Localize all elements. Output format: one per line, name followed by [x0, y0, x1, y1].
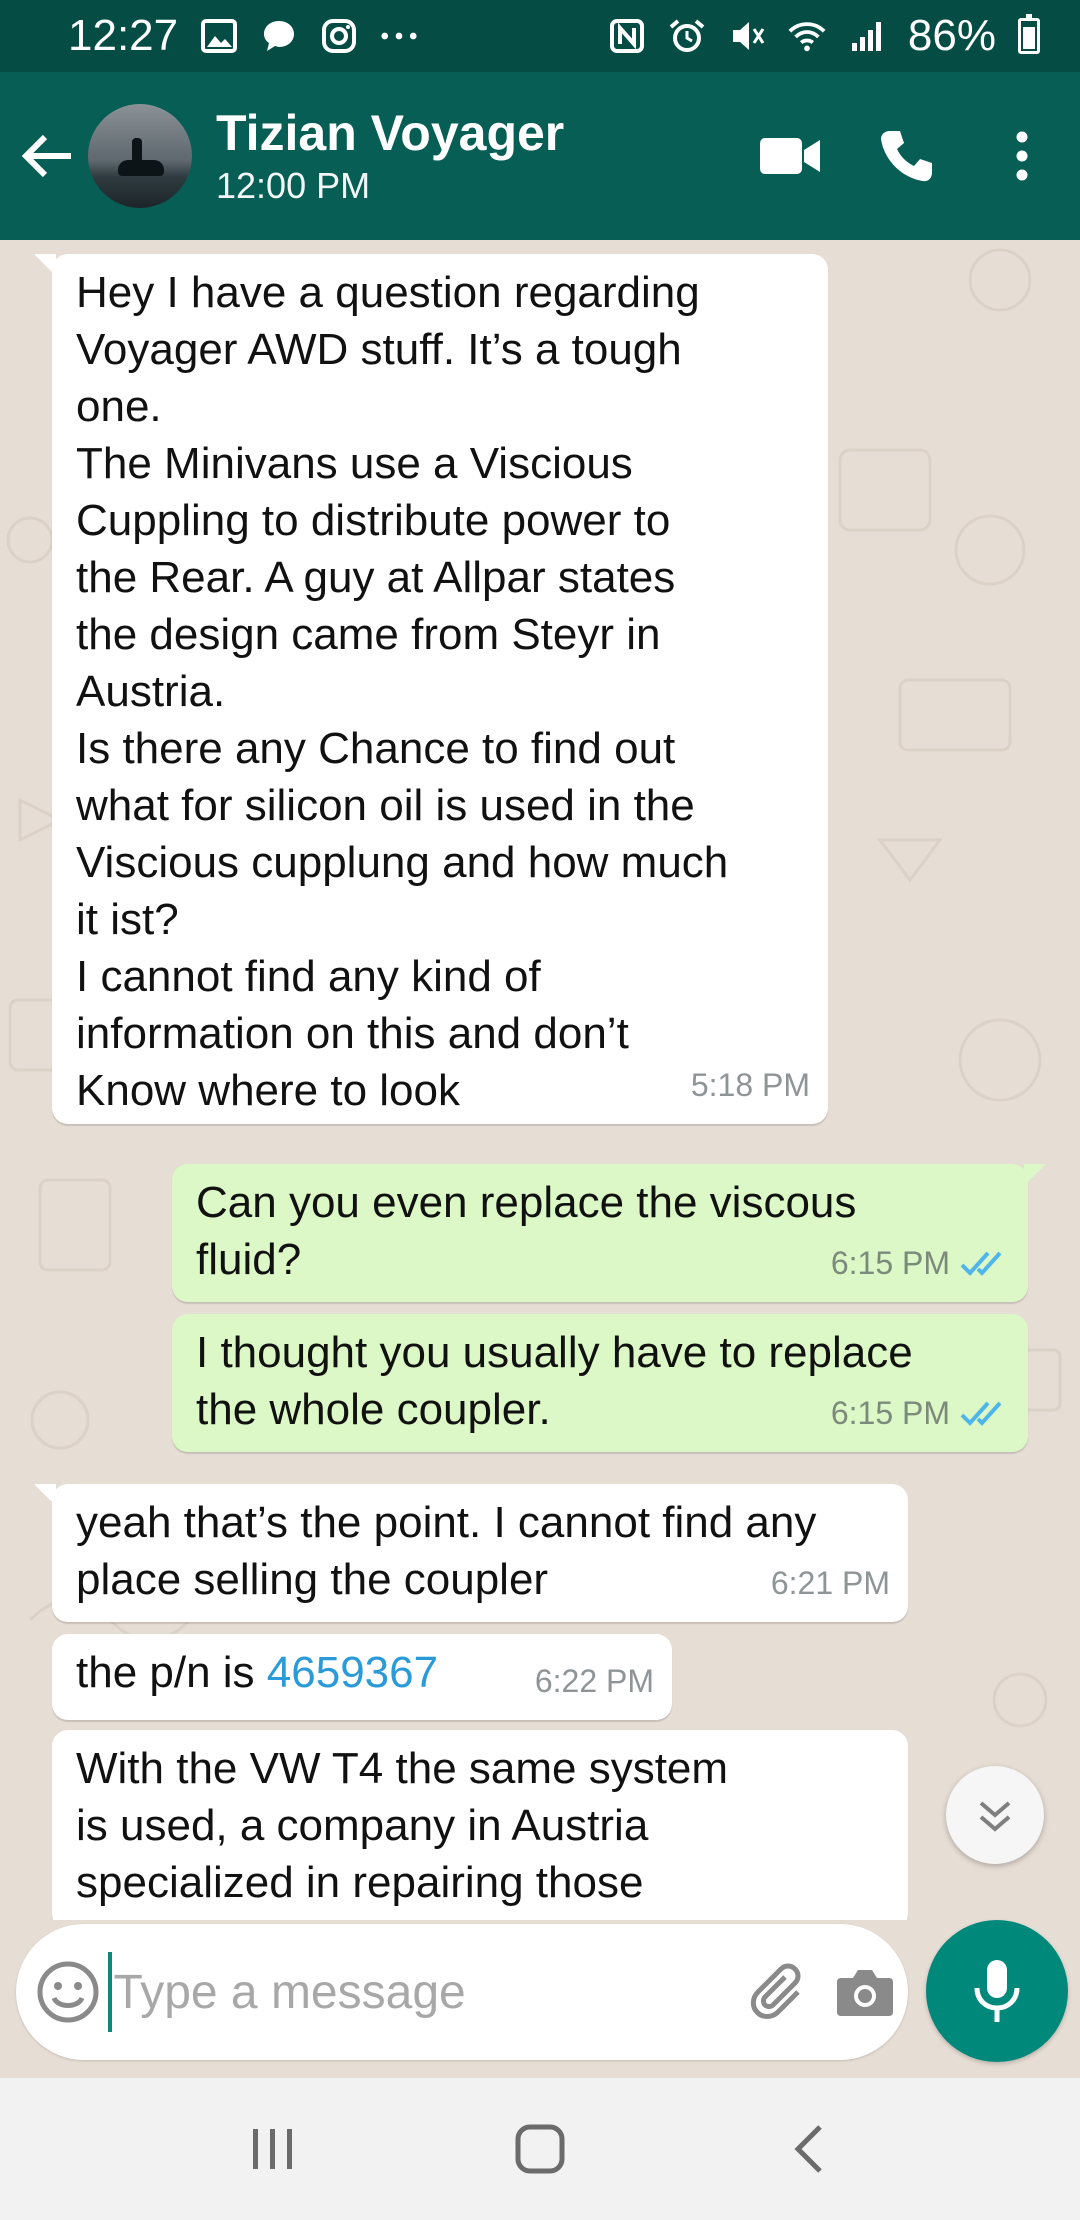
double-check-icon — [960, 1401, 1002, 1426]
message-time: 6:15 PM — [831, 1235, 1010, 1292]
status-left: 12:27 — [68, 11, 418, 61]
recent-apps-button[interactable] — [213, 2089, 333, 2209]
camera-button[interactable] — [821, 1924, 908, 2060]
signal-icon — [848, 17, 886, 55]
message-text-prefix: the p/n is — [76, 1648, 267, 1697]
microphone-icon — [974, 1960, 1020, 2022]
message-time: 6:15 PM — [831, 1385, 1010, 1442]
wifi-icon — [788, 17, 826, 55]
status-time: 12:27 — [68, 11, 179, 60]
message-bubble-incoming[interactable]: the p/n is 4659367 6:22 PM — [52, 1634, 672, 1720]
battery-percent: 86% — [907, 11, 996, 60]
home-button[interactable] — [480, 2089, 600, 2209]
message-bubble-outgoing[interactable]: Can you even replace the viscous fluid? … — [172, 1164, 1046, 1302]
paperclip-icon — [750, 1963, 801, 2019]
message-text: yeah that’s the point. I cannot find any… — [76, 1498, 817, 1604]
voice-message-button[interactable] — [926, 1920, 1068, 2062]
recents-icon — [253, 2129, 293, 2169]
status-right: 86% — [608, 11, 1040, 61]
message-time: 6:21 PM — [771, 1555, 890, 1612]
message-time: 6:22 PM — [535, 1653, 654, 1710]
message-bubble-outgoing[interactable]: I thought you usually have to replace th… — [172, 1314, 1028, 1452]
message-timestamp: 6:15 PM — [830, 1245, 950, 1281]
message-bubble-incoming[interactable]: Hey I have a question regarding Voyager … — [34, 254, 828, 1124]
attach-button[interactable] — [735, 1924, 822, 2060]
chevron-left-icon — [794, 2125, 822, 2173]
smiley-icon — [37, 1961, 99, 2023]
message-timestamp: 6:21 PM — [770, 1565, 890, 1601]
instagram-icon — [320, 17, 358, 55]
chat-header: Tizian Voyager 12:00 PM — [0, 72, 1080, 240]
message-time: 5:18 PM — [691, 1057, 810, 1114]
message-timestamp: 6:22 PM — [534, 1663, 654, 1699]
message-text: Hey I have a question regarding Voyager … — [76, 268, 729, 1115]
message-text: With the VW T4 the same system is used, … — [76, 1744, 729, 1907]
message-input[interactable] — [107, 1952, 735, 2032]
mute-icon — [728, 17, 766, 55]
message-bubble-incoming[interactable]: With the VW T4 the same system is used, … — [52, 1730, 908, 1920]
emoji-button[interactable] — [28, 1924, 108, 2060]
back-nav-button[interactable] — [747, 2089, 867, 2209]
nfc-icon — [608, 17, 646, 55]
scroll-to-bottom-button[interactable] — [946, 1766, 1044, 1864]
contact-name: Tizian Voyager — [216, 105, 565, 161]
double-chevron-down-icon — [979, 1801, 1011, 1832]
back-button[interactable] — [6, 72, 88, 240]
chat-icon — [260, 17, 298, 55]
video-call-button[interactable] — [732, 96, 848, 216]
message-timestamp: 6:15 PM — [830, 1395, 950, 1431]
video-camera-icon — [760, 138, 820, 174]
message-timestamp: 5:18 PM — [690, 1067, 810, 1103]
voice-call-button[interactable] — [848, 96, 964, 216]
message-bubble-incoming[interactable]: yeah that’s the point. I cannot find any… — [34, 1484, 908, 1622]
battery-icon — [1018, 14, 1040, 54]
more-icon — [380, 17, 418, 55]
part-number-link[interactable]: 4659367 — [267, 1648, 438, 1697]
gallery-icon — [200, 17, 238, 55]
arrow-left-icon — [21, 134, 71, 178]
home-icon — [515, 2124, 565, 2174]
contact-info[interactable]: Tizian Voyager 12:00 PM — [216, 103, 732, 209]
alarm-icon — [668, 17, 706, 55]
overflow-menu-button[interactable] — [964, 96, 1080, 216]
header-actions — [732, 96, 1080, 216]
last-seen: 12:00 PM — [216, 165, 371, 206]
double-check-icon — [960, 1251, 1002, 1276]
camera-icon — [836, 1970, 893, 2016]
message-composer — [16, 1924, 908, 2060]
chat-area[interactable]: Hey I have a question regarding Voyager … — [0, 240, 1080, 1920]
more-vertical-icon — [1016, 131, 1028, 181]
phone-icon — [881, 131, 932, 182]
avatar[interactable] — [88, 104, 192, 208]
status-bar: 12:27 86% — [0, 0, 1080, 72]
system-navigation-bar — [0, 2078, 1080, 2220]
